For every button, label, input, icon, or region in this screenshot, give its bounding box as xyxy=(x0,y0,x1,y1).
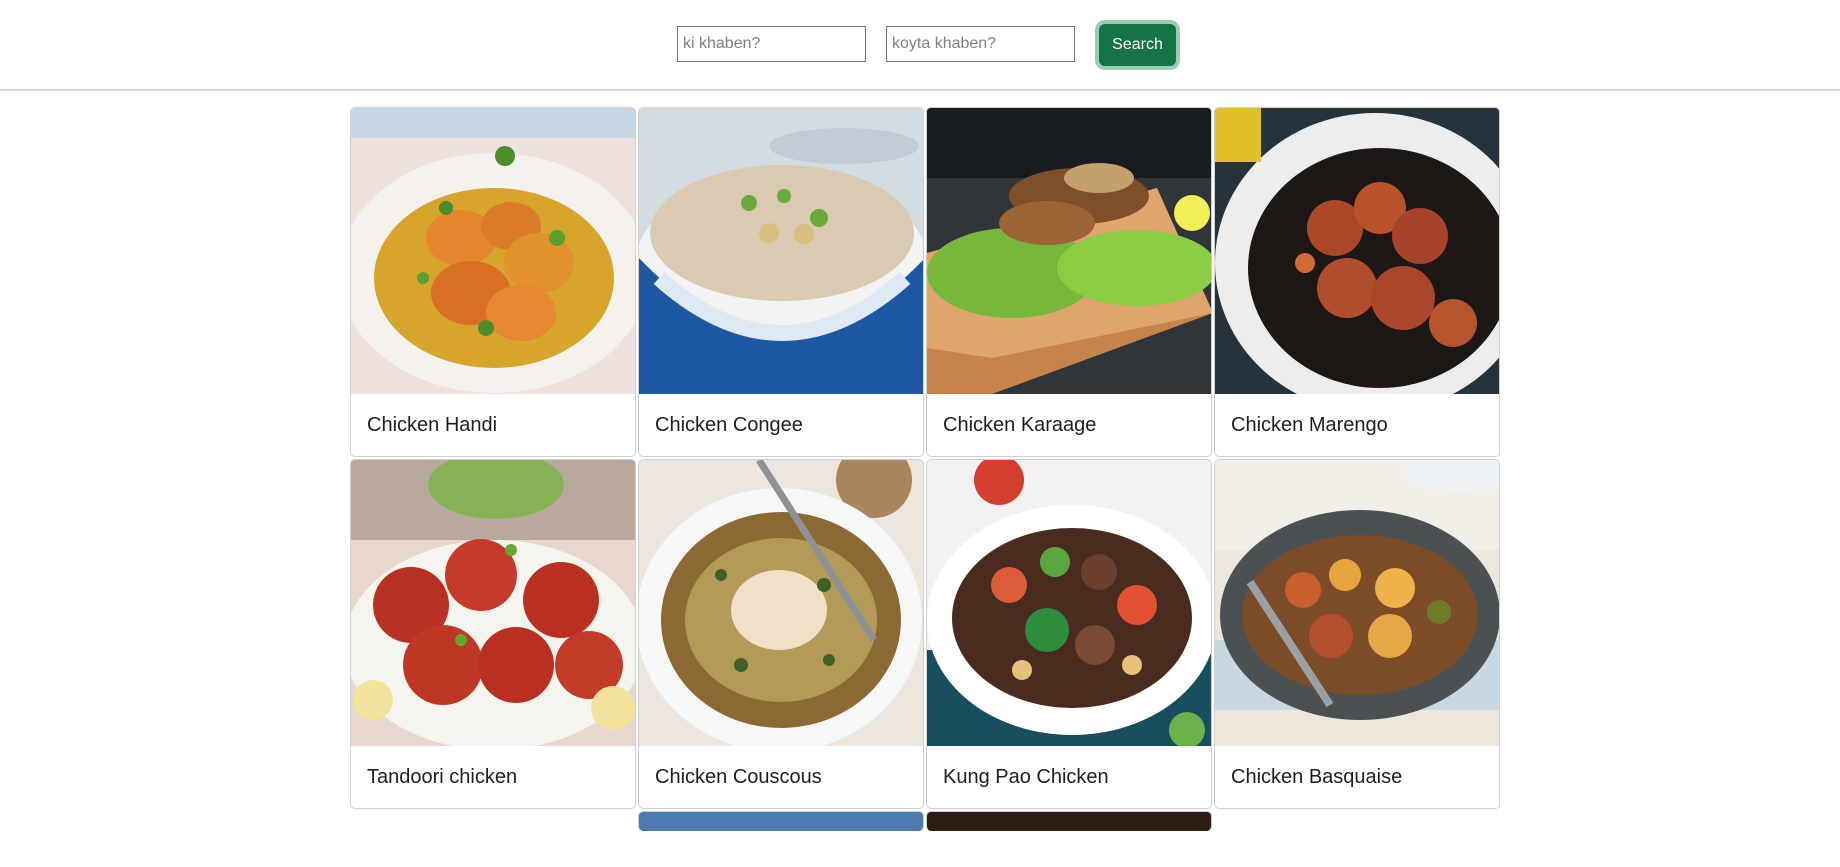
recipe-card[interactable]: Chicken Congee xyxy=(638,107,924,457)
search-button[interactable]: Search xyxy=(1099,24,1176,66)
search-header: Search xyxy=(0,0,1840,91)
food-search-input[interactable] xyxy=(677,26,866,62)
recipe-image[interactable] xyxy=(351,460,635,746)
recipe-image[interactable] xyxy=(639,108,923,394)
recipe-image[interactable] xyxy=(1215,460,1499,746)
recipe-card[interactable]: Chicken Marengo xyxy=(1214,107,1500,457)
recipe-title: Chicken Karaage xyxy=(943,414,1097,436)
recipe-grid: Chicken Handi Chicken Congee Chicken Kar… xyxy=(350,107,1502,867)
recipe-card[interactable]: Chicken Basquaise xyxy=(1214,459,1500,809)
recipe-title: Chicken Marengo xyxy=(1231,414,1388,436)
recipe-image[interactable] xyxy=(639,460,923,746)
recipe-image[interactable] xyxy=(927,108,1211,394)
recipe-card[interactable]: Tandoori chicken xyxy=(350,459,636,809)
recipe-card-partial[interactable] xyxy=(638,811,924,831)
recipe-card[interactable]: Chicken Handi xyxy=(350,107,636,457)
recipe-title: Chicken Handi xyxy=(367,414,498,436)
recipe-card[interactable]: Chicken Couscous xyxy=(638,459,924,809)
recipe-image[interactable] xyxy=(1215,108,1499,394)
recipe-card-partial[interactable] xyxy=(926,811,1212,831)
quantity-search-input[interactable] xyxy=(886,26,1075,62)
recipe-image[interactable] xyxy=(351,108,635,394)
recipe-title: Chicken Couscous xyxy=(655,766,822,788)
recipe-title: Tandoori chicken xyxy=(367,766,518,788)
recipe-title: Chicken Congee xyxy=(655,414,803,436)
recipe-title: Chicken Basquaise xyxy=(1231,766,1403,788)
recipe-card[interactable]: Chicken Karaage xyxy=(926,107,1212,457)
recipe-image[interactable] xyxy=(927,460,1211,746)
recipe-card[interactable]: Kung Pao Chicken xyxy=(926,459,1212,809)
recipe-title: Kung Pao Chicken xyxy=(943,766,1109,788)
